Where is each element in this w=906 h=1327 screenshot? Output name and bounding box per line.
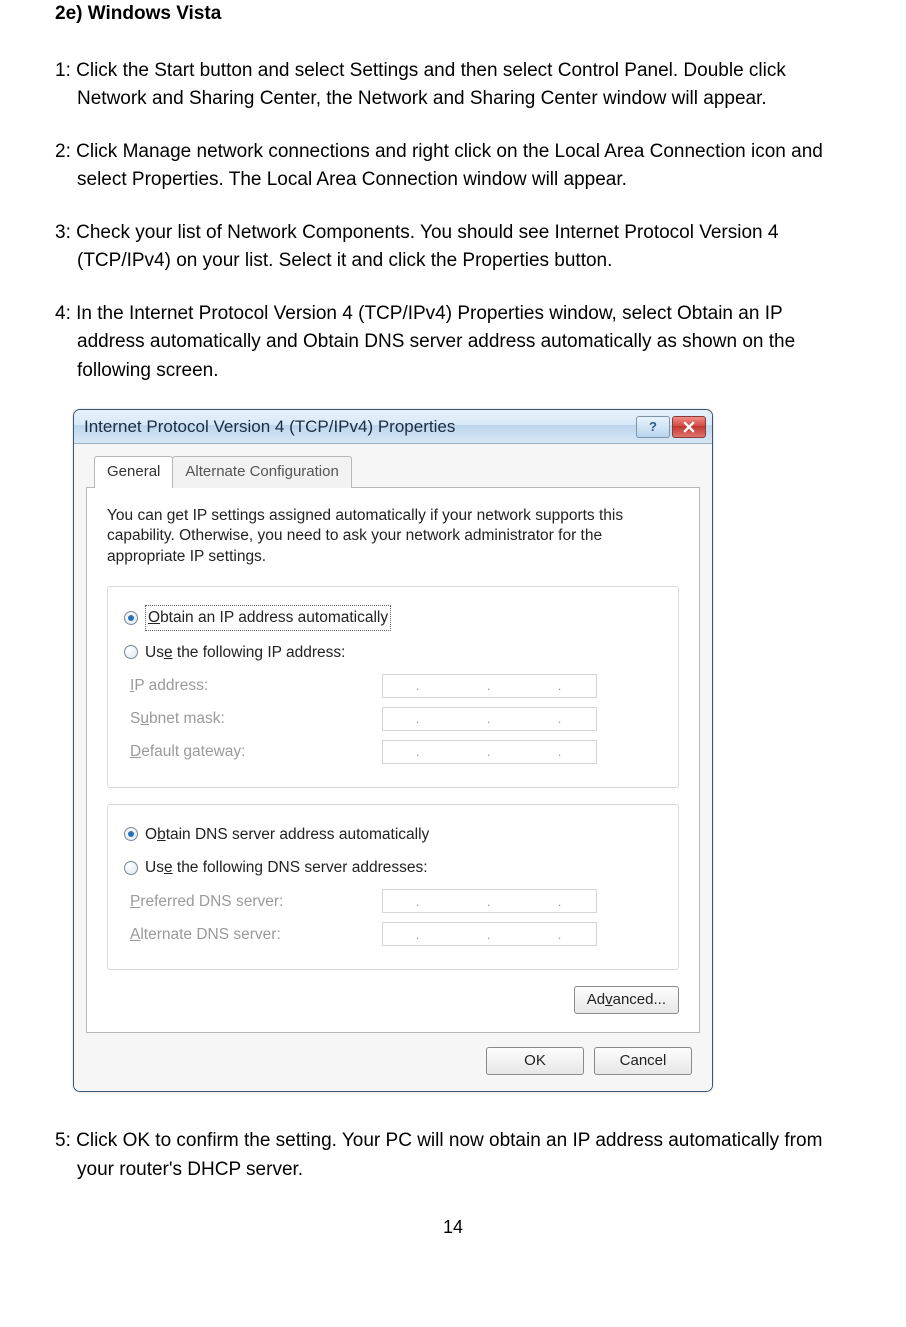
subnet-mask-input: ... [382,707,597,731]
field-label: Alternate DNS server: [122,923,382,946]
ip-settings-group: Obtain an IP address automatically Use t… [107,586,679,788]
radio-icon [124,611,138,625]
dialog-screenshot: Internet Protocol Version 4 (TCP/IPv4) P… [73,409,851,1092]
default-gateway-input: ... [382,740,597,764]
step-4: 4: In the Internet Protocol Version 4 (T… [55,300,851,386]
description-text: You can get IP settings assigned automat… [107,506,679,569]
section-title: 2e) Windows Vista [55,0,851,29]
field-subnet-mask: Subnet mask: ... [122,707,664,731]
radio-label: Obtain an IP address automatically [145,605,391,630]
alternate-dns-input: ... [382,922,597,946]
field-preferred-dns: Preferred DNS server: ... [122,889,664,913]
advanced-button[interactable]: Advanced... [574,986,679,1014]
page-number: 14 [55,1214,851,1241]
preferred-dns-input: ... [382,889,597,913]
field-label: IP address: [122,674,382,697]
tab-general[interactable]: General [94,456,173,488]
tab-panel-general: You can get IP settings assigned automat… [86,487,700,1034]
close-button[interactable] [672,416,706,438]
titlebar[interactable]: Internet Protocol Version 4 (TCP/IPv4) P… [74,410,712,444]
field-label: Subnet mask: [122,707,382,730]
radio-icon [124,645,138,659]
help-button[interactable]: ? [636,416,670,438]
radio-label: Use the following DNS server addresses: [145,856,428,879]
close-icon [683,421,695,433]
help-icon: ? [649,417,657,437]
field-default-gateway: Default gateway: ... [122,740,664,764]
radio-icon [124,861,138,875]
field-ip-address: IP address: ... [122,674,664,698]
radio-obtain-dns-auto[interactable]: Obtain DNS server address automatically [124,823,664,846]
dns-settings-group: Obtain DNS server address automatically … [107,804,679,971]
field-alternate-dns: Alternate DNS server: ... [122,922,664,946]
properties-dialog: Internet Protocol Version 4 (TCP/IPv4) P… [73,409,713,1092]
step-3: 3: Check your list of Network Components… [55,219,851,276]
radio-use-following-dns[interactable]: Use the following DNS server addresses: [124,856,664,879]
step-5: 5: Click OK to confirm the setting. Your… [55,1127,851,1184]
ip-address-input: ... [382,674,597,698]
step-2: 2: Click Manage network connections and … [55,138,851,195]
cancel-button[interactable]: Cancel [594,1047,692,1075]
radio-label: Use the following IP address: [145,641,345,664]
radio-label: Obtain DNS server address automatically [145,823,429,846]
field-label: Preferred DNS server: [122,890,382,913]
radio-use-following-ip[interactable]: Use the following IP address: [124,641,664,664]
dialog-footer: OK Cancel [86,1033,700,1077]
step-1: 1: Click the Start button and select Set… [55,57,851,114]
ok-button[interactable]: OK [486,1047,584,1075]
tab-alternate-configuration[interactable]: Alternate Configuration [172,456,351,488]
radio-icon [124,827,138,841]
window-title: Internet Protocol Version 4 (TCP/IPv4) P… [84,414,636,440]
radio-obtain-ip-auto[interactable]: Obtain an IP address automatically [124,605,664,630]
field-label: Default gateway: [122,740,382,763]
tab-strip: General Alternate Configuration [94,456,700,488]
